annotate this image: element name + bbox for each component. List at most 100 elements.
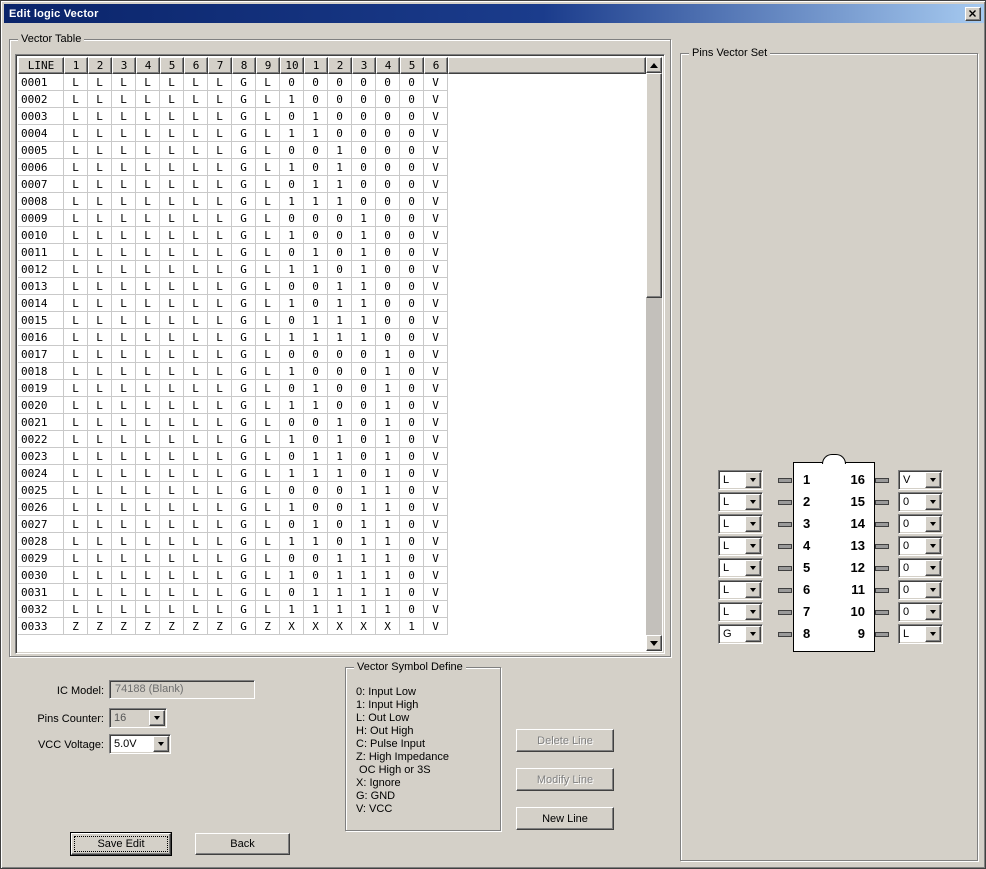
pins-counter-select[interactable]: 16	[109, 708, 167, 728]
pin-13-select[interactable]: 0	[898, 536, 943, 556]
pins-counter-dropdown-button[interactable]	[149, 710, 165, 726]
column-header[interactable]: 3	[352, 57, 376, 74]
vector-row[interactable]: 0017LLLLLLLGL000010V	[18, 346, 646, 363]
new-line-button[interactable]: New Line	[516, 807, 614, 830]
dropdown-button[interactable]	[745, 516, 761, 532]
column-header[interactable]: 9	[256, 57, 280, 74]
modify-line-button[interactable]: Modify Line	[516, 768, 614, 791]
vector-row[interactable]: 0001LLLLLLLGL000000V	[18, 74, 646, 91]
column-header[interactable]: 6	[184, 57, 208, 74]
column-header[interactable]: 1	[304, 57, 328, 74]
pin-15-select[interactable]: 0	[898, 492, 943, 512]
vector-row[interactable]: 0008LLLLLLLGL111000V	[18, 193, 646, 210]
vector-row[interactable]: 0032LLLLLLLGL111110V	[18, 601, 646, 618]
column-header[interactable]: 1	[64, 57, 88, 74]
column-header[interactable]: 7	[208, 57, 232, 74]
vector-row[interactable]: 0007LLLLLLLGL011000V	[18, 176, 646, 193]
vector-row[interactable]: 0023LLLLLLLGL011010V	[18, 448, 646, 465]
vector-row[interactable]: 0002LLLLLLLGL100000V	[18, 91, 646, 108]
dropdown-button[interactable]	[745, 494, 761, 510]
delete-line-button[interactable]: Delete Line	[516, 729, 614, 752]
pin-9-select[interactable]: L	[898, 624, 943, 644]
vector-row[interactable]: 0013LLLLLLLGL001100V	[18, 278, 646, 295]
pin-4-select[interactable]: L	[718, 536, 763, 556]
vector-row[interactable]: 0031LLLLLLLGL011110V	[18, 584, 646, 601]
scrollbar-thumb[interactable]	[646, 73, 662, 298]
column-header[interactable]: 2	[328, 57, 352, 74]
pin-12-select[interactable]: 0	[898, 558, 943, 578]
vector-row[interactable]: 0018LLLLLLLGL100010V	[18, 363, 646, 380]
column-header[interactable]: 4	[376, 57, 400, 74]
vector-row[interactable]: 0027LLLLLLLGL010110V	[18, 516, 646, 533]
vector-row[interactable]: 0029LLLLLLLGL001110V	[18, 550, 646, 567]
column-header[interactable]: 4	[136, 57, 160, 74]
column-header[interactable]: LINE	[18, 57, 64, 74]
vector-row[interactable]: 0004LLLLLLLGL110000V	[18, 125, 646, 142]
pin-1-select[interactable]: L	[718, 470, 763, 490]
vector-row[interactable]: 0010LLLLLLLGL100100V	[18, 227, 646, 244]
save-edit-button[interactable]: Save Edit	[71, 833, 171, 855]
vector-row[interactable]: 0005LLLLLLLGL001000V	[18, 142, 646, 159]
scroll-down-button[interactable]	[646, 635, 662, 651]
pin-2-select[interactable]: L	[718, 492, 763, 512]
vector-row[interactable]: 0012LLLLLLLGL110100V	[18, 261, 646, 278]
vector-row[interactable]: 0015LLLLLLLGL011100V	[18, 312, 646, 329]
dropdown-button[interactable]	[925, 626, 941, 642]
dropdown-button[interactable]	[745, 604, 761, 620]
vector-table[interactable]: LINE12345678910123456 0001LLLLLLLGL00000…	[15, 54, 665, 654]
vector-row[interactable]: 0033ZZZZZZZGZXXXXX1V	[18, 618, 646, 635]
pin-7-select[interactable]: L	[718, 602, 763, 622]
dropdown-button[interactable]	[925, 604, 941, 620]
column-header[interactable]: 6	[424, 57, 448, 74]
dropdown-button[interactable]	[745, 626, 761, 642]
vector-row[interactable]: 0020LLLLLLLGL110010V	[18, 397, 646, 414]
line-cell: 0012	[18, 261, 64, 278]
vector-row[interactable]: 0026LLLLLLLGL100110V	[18, 499, 646, 516]
pin-10-select[interactable]: 0	[898, 602, 943, 622]
vector-row[interactable]: 0011LLLLLLLGL010100V	[18, 244, 646, 261]
vector-row[interactable]: 0021LLLLLLLGL001010V	[18, 414, 646, 431]
vcc-voltage-select[interactable]: 5.0V	[109, 734, 171, 754]
vector-row[interactable]: 0003LLLLLLLGL010000V	[18, 108, 646, 125]
pin-16-select[interactable]: V	[898, 470, 943, 490]
vector-row[interactable]: 0016LLLLLLLGL111100V	[18, 329, 646, 346]
dropdown-button[interactable]	[745, 560, 761, 576]
titlebar[interactable]: Edit logic Vector	[4, 4, 984, 23]
dropdown-button[interactable]	[925, 582, 941, 598]
dropdown-button[interactable]	[925, 494, 941, 510]
close-button[interactable]	[965, 7, 981, 21]
dropdown-button[interactable]	[745, 472, 761, 488]
column-header[interactable]: 3	[112, 57, 136, 74]
column-header[interactable]: 10	[280, 57, 304, 74]
back-button[interactable]: Back	[195, 833, 290, 855]
vector-row[interactable]: 0030LLLLLLLGL101110V	[18, 567, 646, 584]
pin-6-select[interactable]: L	[718, 580, 763, 600]
pin-3-select[interactable]: L	[718, 514, 763, 534]
scrollbar-track[interactable]	[646, 73, 662, 635]
dropdown-button[interactable]	[925, 516, 941, 532]
dropdown-button[interactable]	[925, 538, 941, 554]
vector-row[interactable]: 0028LLLLLLLGL110110V	[18, 533, 646, 550]
vector-row[interactable]: 0019LLLLLLLGL010010V	[18, 380, 646, 397]
pin-14-select[interactable]: 0	[898, 514, 943, 534]
vector-row[interactable]: 0006LLLLLLLGL101000V	[18, 159, 646, 176]
pin-8-select[interactable]: G	[718, 624, 763, 644]
column-header[interactable]: 8	[232, 57, 256, 74]
vector-row[interactable]: 0014LLLLLLLGL101100V	[18, 295, 646, 312]
vector-row[interactable]: 0025LLLLLLLGL000110V	[18, 482, 646, 499]
vertical-scrollbar[interactable]	[646, 57, 662, 651]
vector-row[interactable]: 0024LLLLLLLGL111010V	[18, 465, 646, 482]
scroll-up-button[interactable]	[646, 57, 662, 73]
vcc-voltage-dropdown-button[interactable]	[153, 736, 169, 752]
column-header[interactable]: 2	[88, 57, 112, 74]
dropdown-button[interactable]	[745, 582, 761, 598]
dropdown-button[interactable]	[925, 560, 941, 576]
pin-11-select[interactable]: 0	[898, 580, 943, 600]
dropdown-button[interactable]	[925, 472, 941, 488]
column-header[interactable]: 5	[400, 57, 424, 74]
dropdown-button[interactable]	[745, 538, 761, 554]
column-header[interactable]: 5	[160, 57, 184, 74]
vector-row[interactable]: 0022LLLLLLLGL101010V	[18, 431, 646, 448]
vector-row[interactable]: 0009LLLLLLLGL000100V	[18, 210, 646, 227]
pin-5-select[interactable]: L	[718, 558, 763, 578]
